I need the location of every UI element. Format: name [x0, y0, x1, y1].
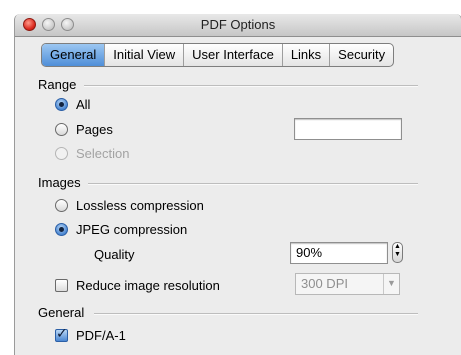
range-selection-option: Selection	[55, 146, 129, 161]
tab-initial-view[interactable]: Initial View	[105, 44, 185, 66]
pdfa-option[interactable]: PDF/A-1	[55, 326, 126, 343]
tab-bar: General Initial View User Interface Link…	[41, 43, 395, 67]
lossless-label: Lossless compression	[76, 198, 204, 213]
chevron-down-icon: ▼	[383, 274, 399, 294]
stepper-down-icon[interactable]: ▼	[393, 251, 402, 259]
range-divider	[84, 85, 418, 87]
title-bar[interactable]: PDF Options	[15, 14, 461, 37]
reduce-resolution-label: Reduce image resolution	[76, 278, 220, 293]
jpeg-option[interactable]: JPEG compression	[55, 222, 187, 237]
lossless-option[interactable]: Lossless compression	[55, 198, 204, 213]
range-pages-option[interactable]: Pages	[55, 122, 113, 137]
stepper-up-icon[interactable]: ▲	[393, 243, 402, 251]
images-divider	[88, 183, 418, 185]
resolution-select-value: 300 DPI	[301, 276, 348, 291]
jpeg-radio[interactable]	[55, 223, 68, 236]
tab-general[interactable]: General	[42, 44, 106, 66]
pages-label: Pages	[76, 122, 113, 137]
resolution-select: 300 DPI ▼	[295, 273, 400, 295]
images-heading: Images	[38, 175, 81, 190]
close-window-button[interactable]	[23, 18, 36, 31]
pdf-options-window: PDF Options General Initial View User In…	[14, 14, 461, 355]
jpeg-label: JPEG compression	[76, 222, 188, 237]
pdfa-checkbox[interactable]	[55, 326, 68, 342]
pages-input[interactable]	[294, 118, 402, 140]
pages-radio[interactable]	[55, 123, 68, 136]
range-heading: Range	[38, 77, 77, 92]
general-divider	[94, 313, 418, 315]
general-heading: General	[38, 305, 85, 320]
reduce-resolution-checkbox[interactable]	[55, 279, 68, 292]
lossless-radio[interactable]	[55, 199, 68, 212]
range-all-option[interactable]: All	[55, 97, 90, 112]
zoom-window-button[interactable]	[61, 18, 74, 31]
quality-stepper[interactable]: ▲ ▼	[392, 242, 403, 263]
window-title: PDF Options	[200, 17, 276, 32]
quality-row: Quality	[94, 247, 134, 262]
quality-input-value: 90%	[296, 245, 323, 260]
pdfa-label: PDF/A-1	[76, 328, 126, 343]
all-label: All	[76, 97, 91, 112]
tab-user-interface[interactable]: User Interface	[184, 44, 283, 66]
quality-label: Quality	[94, 247, 135, 262]
all-radio[interactable]	[55, 98, 68, 111]
selection-label: Selection	[76, 146, 130, 161]
quality-input[interactable]: 90%	[290, 242, 388, 264]
selection-radio	[55, 147, 68, 160]
tab-security[interactable]: Security	[330, 44, 393, 66]
reduce-resolution-option[interactable]: Reduce image resolution	[55, 278, 220, 293]
tab-links[interactable]: Links	[283, 44, 331, 66]
minimize-window-button[interactable]	[42, 18, 55, 31]
